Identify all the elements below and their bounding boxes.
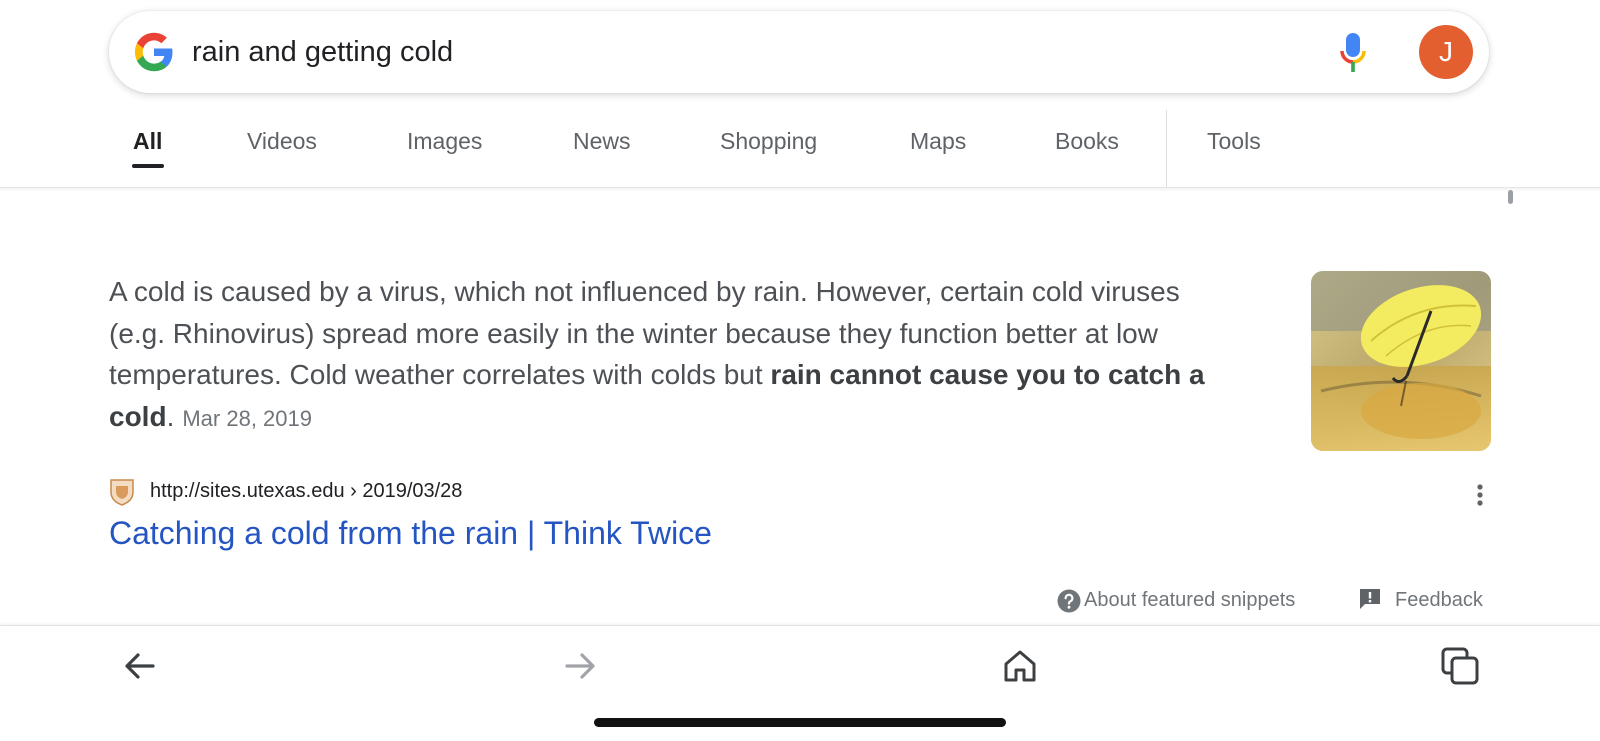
tab-news[interactable]: News	[573, 128, 631, 155]
help-circle-icon	[1057, 589, 1081, 613]
home-icon[interactable]	[1000, 646, 1040, 686]
more-options-icon[interactable]	[1470, 482, 1490, 512]
scroll-indicator	[1508, 190, 1513, 204]
result-url[interactable]: http://sites.utexas.edu › 2019/03/28	[150, 480, 462, 503]
tab-tools[interactable]: Tools	[1207, 128, 1261, 155]
snippet-period: .	[166, 400, 175, 432]
tab-books[interactable]: Books	[1055, 128, 1119, 155]
browser-bottom-toolbar	[0, 625, 1600, 741]
search-input[interactable]: rain and getting cold	[192, 11, 453, 93]
umbrella-image	[1311, 271, 1491, 451]
home-indicator[interactable]	[594, 718, 1006, 727]
back-arrow-icon[interactable]	[120, 646, 160, 686]
snippet-thumbnail[interactable]	[1311, 271, 1491, 451]
tabs-icon[interactable]	[1440, 646, 1480, 686]
avatar[interactable]: J	[1419, 25, 1473, 79]
tab-videos[interactable]: Videos	[247, 128, 317, 155]
google-logo	[134, 32, 173, 72]
snippet-date: Mar 28, 2019	[182, 405, 312, 431]
microphone-icon[interactable]	[1337, 31, 1369, 75]
active-tab-underline	[132, 164, 164, 168]
tab-images[interactable]: Images	[407, 128, 482, 155]
featured-snippet-text: A cold is caused by a virus, which not i…	[109, 271, 1219, 439]
search-tabs: All Videos Images News Shopping Maps Boo…	[0, 100, 1600, 188]
tab-shopping[interactable]: Shopping	[720, 128, 817, 155]
feedback-label: Feedback	[1395, 589, 1483, 611]
tab-divider	[1166, 110, 1167, 187]
about-featured-snippets-label: About featured snippets	[1084, 589, 1296, 611]
result-title-link[interactable]: Catching a cold from the rain | Think Tw…	[109, 515, 712, 552]
forward-arrow-icon[interactable]	[560, 646, 600, 686]
tab-maps[interactable]: Maps	[910, 128, 966, 155]
tab-all[interactable]: All	[133, 128, 162, 155]
feedback-icon	[1360, 589, 1380, 609]
university-shield-icon	[110, 479, 134, 506]
search-bar[interactable]: rain and getting cold J	[109, 11, 1489, 93]
